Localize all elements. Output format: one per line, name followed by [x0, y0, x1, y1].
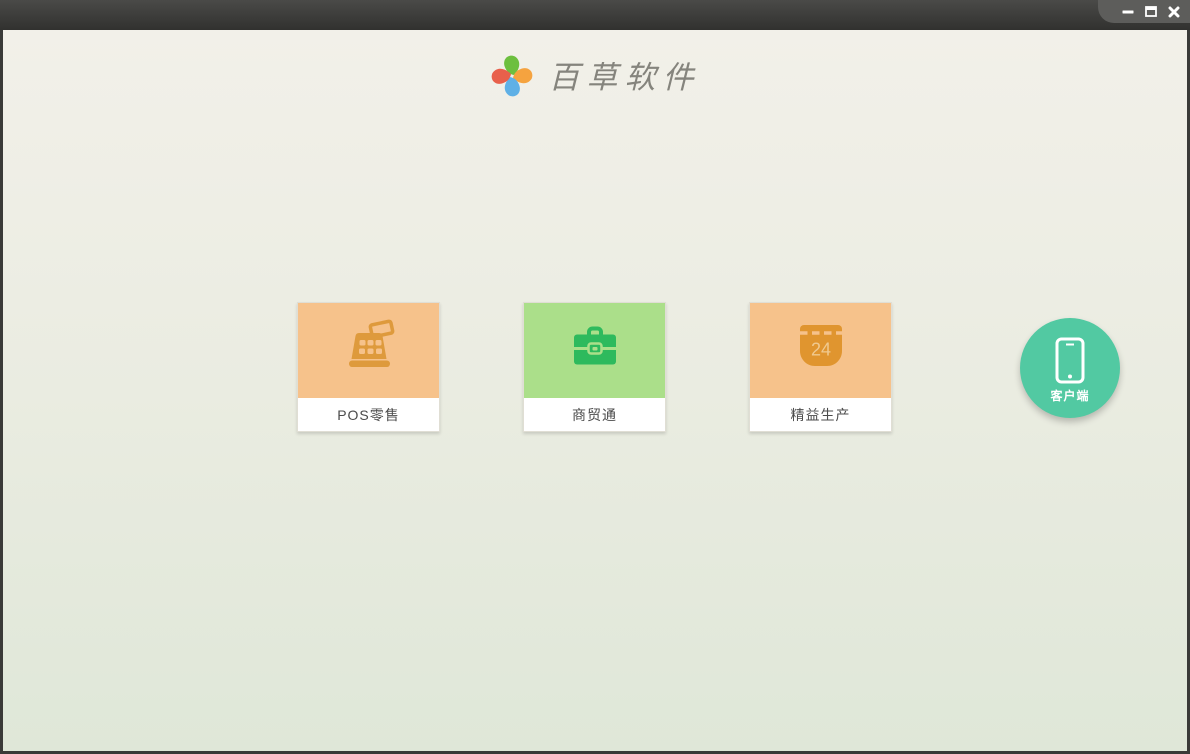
product-label: 商贸通: [524, 398, 665, 431]
app-window: 百草软件 POS零售 商贸通 24 精益生产 客户端: [0, 0, 1190, 754]
product-card-lean[interactable]: 24 精益生产: [749, 302, 892, 432]
product-card-trade[interactable]: 商贸通: [523, 302, 666, 432]
maximize-button[interactable]: [1144, 5, 1158, 19]
brand-header: 百草软件: [3, 54, 1187, 98]
briefcase-icon: [565, 319, 625, 382]
titlebar[interactable]: [0, 0, 1190, 30]
product-label: POS零售: [298, 398, 439, 431]
minimize-button[interactable]: [1121, 5, 1135, 19]
calendar-icon: 24: [792, 321, 850, 380]
close-button[interactable]: [1167, 5, 1181, 19]
minimize-icon: [1122, 6, 1134, 18]
app-title: 百草软件: [548, 59, 701, 96]
close-icon: [1168, 6, 1180, 18]
product-tile: [298, 303, 439, 398]
product-label: 精益生产: [750, 398, 891, 431]
main-content: 百草软件 POS零售 商贸通 24 精益生产 客户端: [3, 30, 1187, 751]
client-button[interactable]: 客户端: [1020, 318, 1120, 418]
calendar-day: 24: [810, 340, 830, 360]
maximize-icon: [1145, 5, 1157, 18]
cash-register-icon: [339, 319, 399, 382]
pinwheel-icon: [490, 54, 534, 98]
window-controls: [1098, 0, 1190, 23]
product-tile: 24: [750, 303, 891, 398]
smartphone-icon: [1054, 333, 1086, 384]
product-tile: [524, 303, 665, 398]
product-card-pos[interactable]: POS零售: [297, 302, 440, 432]
client-button-label: 客户端: [1050, 388, 1090, 403]
